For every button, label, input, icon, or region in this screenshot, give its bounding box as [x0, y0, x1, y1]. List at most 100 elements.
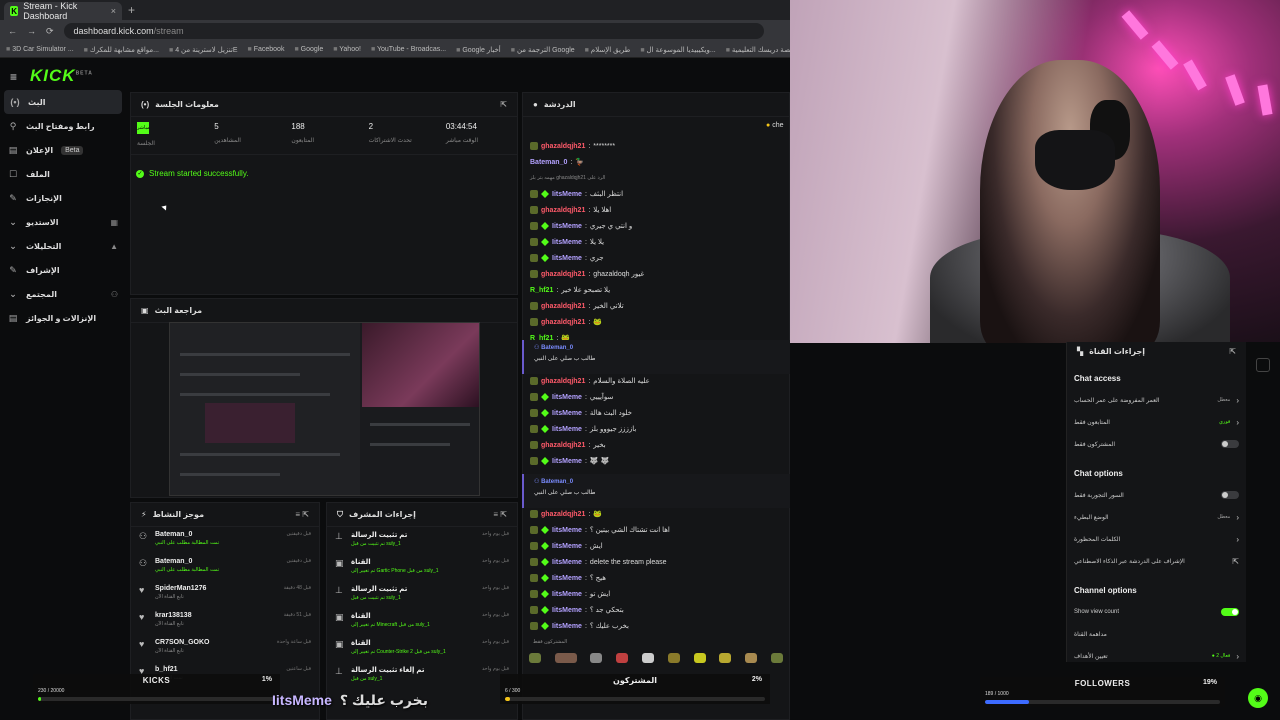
chat-username[interactable]: ghazaldqjh21 [541, 319, 585, 326]
chat-username[interactable]: IitsMeme [552, 527, 582, 534]
feed-row[interactable]: ⚇ Bateman_0 تمت المطالبة مطلب على النبي قبل… [131, 527, 319, 554]
feed-row[interactable]: ▣ القناة تم تغيير إلى Minecraft من قبل sul… [327, 608, 517, 635]
sidebar-item[interactable]: ⌄ المجتمع ⚇ [0, 282, 126, 306]
chat-username[interactable]: IitsMeme [552, 458, 582, 465]
bookmark-link[interactable]: الترجمة من Google [511, 46, 575, 54]
chat-message[interactable]: ghazaldqjh21: ******** [530, 138, 790, 154]
stream-preview-video[interactable] [169, 322, 480, 496]
feed-row[interactable]: ⊥ تم تثبيت الرسالة تم تثبيت من قبل suly_1 ق… [327, 527, 517, 554]
setting-row[interactable]: الإشراف على الدردشة عبر الذكاء الاصطناعي… [1067, 550, 1246, 572]
emote-bar[interactable] [522, 648, 790, 668]
bookmark-link[interactable]: مواقع مشابهة للمكرك... [84, 46, 159, 54]
toggle-switch[interactable] [1221, 440, 1239, 448]
chat-fab-icon[interactable]: ◉ [1248, 688, 1268, 708]
bookmark-link[interactable]: تنزيل لاسترينة من 4E [169, 46, 237, 54]
chat-reply-message[interactable]: ⚇ Bateman_0 طالب ب صلي على النبي [522, 340, 790, 374]
setting-row[interactable]: السور التجوربة فقط [1067, 484, 1246, 506]
chat-message[interactable]: IitsMeme: بتحكي جد ؟ [530, 602, 790, 618]
chat-message[interactable]: IitsMeme: خلود البث هالة [530, 405, 790, 421]
chat-username[interactable]: Bateman_0 [530, 159, 567, 166]
chat-message[interactable]: Bateman_0: 🦆 [530, 154, 790, 170]
toggle-switch[interactable] [1221, 608, 1239, 616]
hamburger-menu-icon[interactable]: ≡ [10, 70, 17, 84]
feed-row[interactable]: ♥ SpiderMan1276 تابع القناة الآن قبل 48 دقي… [131, 581, 319, 608]
sidebar-item[interactable]: ✎ الإنجازات [0, 186, 126, 210]
chat-username[interactable]: IitsMeme [552, 623, 582, 630]
pinned-user[interactable]: ● che [766, 122, 783, 129]
chat-username[interactable]: IitsMeme [552, 543, 582, 550]
chevron-right-icon[interactable]: › [1236, 418, 1239, 427]
toggle-switch[interactable] [1221, 491, 1239, 499]
chat-username[interactable]: IitsMeme [552, 607, 582, 614]
bookmark-link[interactable]: ويكيبيديا الموسوعة ال... [640, 46, 716, 54]
sidebar-item[interactable]: ▤ الإعلان Beta [0, 138, 126, 162]
tab-close-icon[interactable]: × [111, 6, 116, 16]
chat-reply-message[interactable]: ⚇ Bateman_0 طالب ب صلي على النبي [522, 474, 790, 508]
feed-row[interactable]: ♥ krar138138 تابع القناة الآن قبل 51 دقيقة [131, 608, 319, 635]
bookmark-link[interactable]: طريق الإسلام [585, 46, 630, 54]
chat-message[interactable]: IitsMeme: 🐺 🐺 [530, 453, 790, 469]
setting-row[interactable]: العمر المفروضة على عمر الحساب معطل › [1067, 389, 1246, 411]
chat-message[interactable]: IitsMeme: سوآيييي [530, 389, 790, 405]
chat-message[interactable]: ghazaldqjh21: عليه الصلاة والسلام [530, 373, 790, 389]
chat-username[interactable]: ghazaldqjh21 [541, 143, 585, 150]
external-link-icon[interactable]: ⇱ [1232, 557, 1239, 566]
feed-row[interactable]: ⚇ Bateman_0 تمت المطالبة مطلب على النبي قبل… [131, 554, 319, 581]
chevron-right-icon[interactable]: › [1236, 513, 1239, 522]
bookmark-link[interactable]: Google [294, 46, 324, 53]
chat-message[interactable]: IitsMeme: اها انت تشتاك الشي بيتين ؟ [530, 522, 790, 538]
chat-message[interactable]: IitsMeme: يلا يلا [530, 234, 790, 250]
bookmark-link[interactable]: Facebook [248, 46, 285, 53]
bookmark-link[interactable]: 3D Car Simulator ... [6, 46, 73, 53]
chat-message[interactable]: IitsMeme: هيج ؟ [530, 570, 790, 586]
setting-row[interactable]: Show view count [1067, 601, 1246, 623]
chat-message[interactable]: IitsMeme: ايش تو [530, 586, 790, 602]
chat-message[interactable]: IitsMeme: بازززز جيووو بلز [530, 421, 790, 437]
chat-message[interactable]: ghazaldqjh21: ghazaldoqh غيور [530, 266, 790, 282]
setting-row[interactable]: المتابعون فقط فوري › [1067, 411, 1246, 433]
chat-message[interactable]: مهمه بثر بلز ghazaldqjh21 الرد على [530, 170, 790, 186]
chat-username[interactable]: IitsMeme [552, 394, 582, 401]
sidebar-item[interactable]: ✎ الإشراف [0, 258, 126, 282]
feed-row[interactable]: ▣ القناة تم تغيير إلى Counter-Strike 2 من … [327, 635, 517, 662]
setting-row[interactable]: مداهمة القناة [1067, 623, 1246, 645]
chat-message[interactable]: ghazaldqjh21: بخير [530, 437, 790, 453]
browser-tab[interactable]: K Stream - Kick Dashboard × [4, 1, 122, 21]
chat-username[interactable]: ghazaldqjh21 [541, 442, 585, 449]
feed-row[interactable]: ▣ القناة تم تغيير إلى Gartic Phone من قبل … [327, 554, 517, 581]
chat-username[interactable]: ghazaldqjh21 [541, 303, 585, 310]
chat-message[interactable]: ghazaldqjh21: اهلا يلا [530, 202, 790, 218]
new-tab-button[interactable]: + [128, 3, 135, 17]
chat-message[interactable]: IitsMeme: و انتي ي جيري [530, 218, 790, 234]
chat-message[interactable]: IitsMeme: بخرب عليك ؟ [530, 618, 790, 634]
feed-row[interactable]: ♥ CR7SON_GOKO تابع القناة الآن قبل ساعة واح… [131, 635, 319, 662]
filter-icon[interactable]: ≡ ⇱ [295, 510, 309, 519]
filter-icon[interactable]: ≡ ⇱ [493, 510, 507, 519]
expand-icon[interactable]: ⇱ [500, 100, 507, 109]
bookmark-link[interactable]: Google أخبار [456, 46, 500, 54]
chevron-right-icon[interactable]: › [1236, 396, 1239, 405]
sidebar-item[interactable]: ⌄ التحليلات ▲ [0, 234, 126, 258]
chat-username[interactable]: ghazaldqjh21 [541, 511, 585, 518]
chat-message[interactable]: ghazaldqjh21: 🐸 [530, 314, 790, 330]
sidebar-item[interactable]: ⚲ رابط ومفتاح البث [0, 114, 126, 138]
chat-username[interactable]: IitsMeme [552, 410, 582, 417]
expand-icon[interactable]: ⇱ [1229, 347, 1236, 356]
back-icon[interactable]: ← [8, 26, 17, 36]
sidebar-item[interactable]: ☐ الملف [0, 162, 126, 186]
chat-username[interactable]: IitsMeme [552, 426, 582, 433]
bookmark-link[interactable]: YouTube - Broadcas... [371, 46, 446, 53]
chat-message[interactable]: IitsMeme: delete the stream please [530, 554, 790, 570]
chevron-right-icon[interactable]: › [1236, 535, 1239, 544]
kick-logo[interactable]: KICKBETA [30, 66, 93, 86]
chat-username[interactable]: IitsMeme [552, 239, 582, 246]
chat-message[interactable]: ghazaldqjh21: تلاتي الخير [530, 298, 790, 314]
forward-icon[interactable]: → [27, 26, 36, 36]
chat-username[interactable]: IitsMeme [552, 255, 582, 262]
chat-username[interactable]: ghazaldqjh21 [541, 207, 585, 214]
bookmark-link[interactable]: منصة دريسك التعليمية [726, 46, 790, 54]
chat-username[interactable]: ghazaldqjh21 [541, 378, 585, 385]
chat-username[interactable]: ghazaldqjh21 [541, 271, 585, 278]
chevron-right-icon[interactable]: › [1236, 652, 1239, 661]
sidebar-item[interactable]: (•) البث [4, 90, 122, 114]
